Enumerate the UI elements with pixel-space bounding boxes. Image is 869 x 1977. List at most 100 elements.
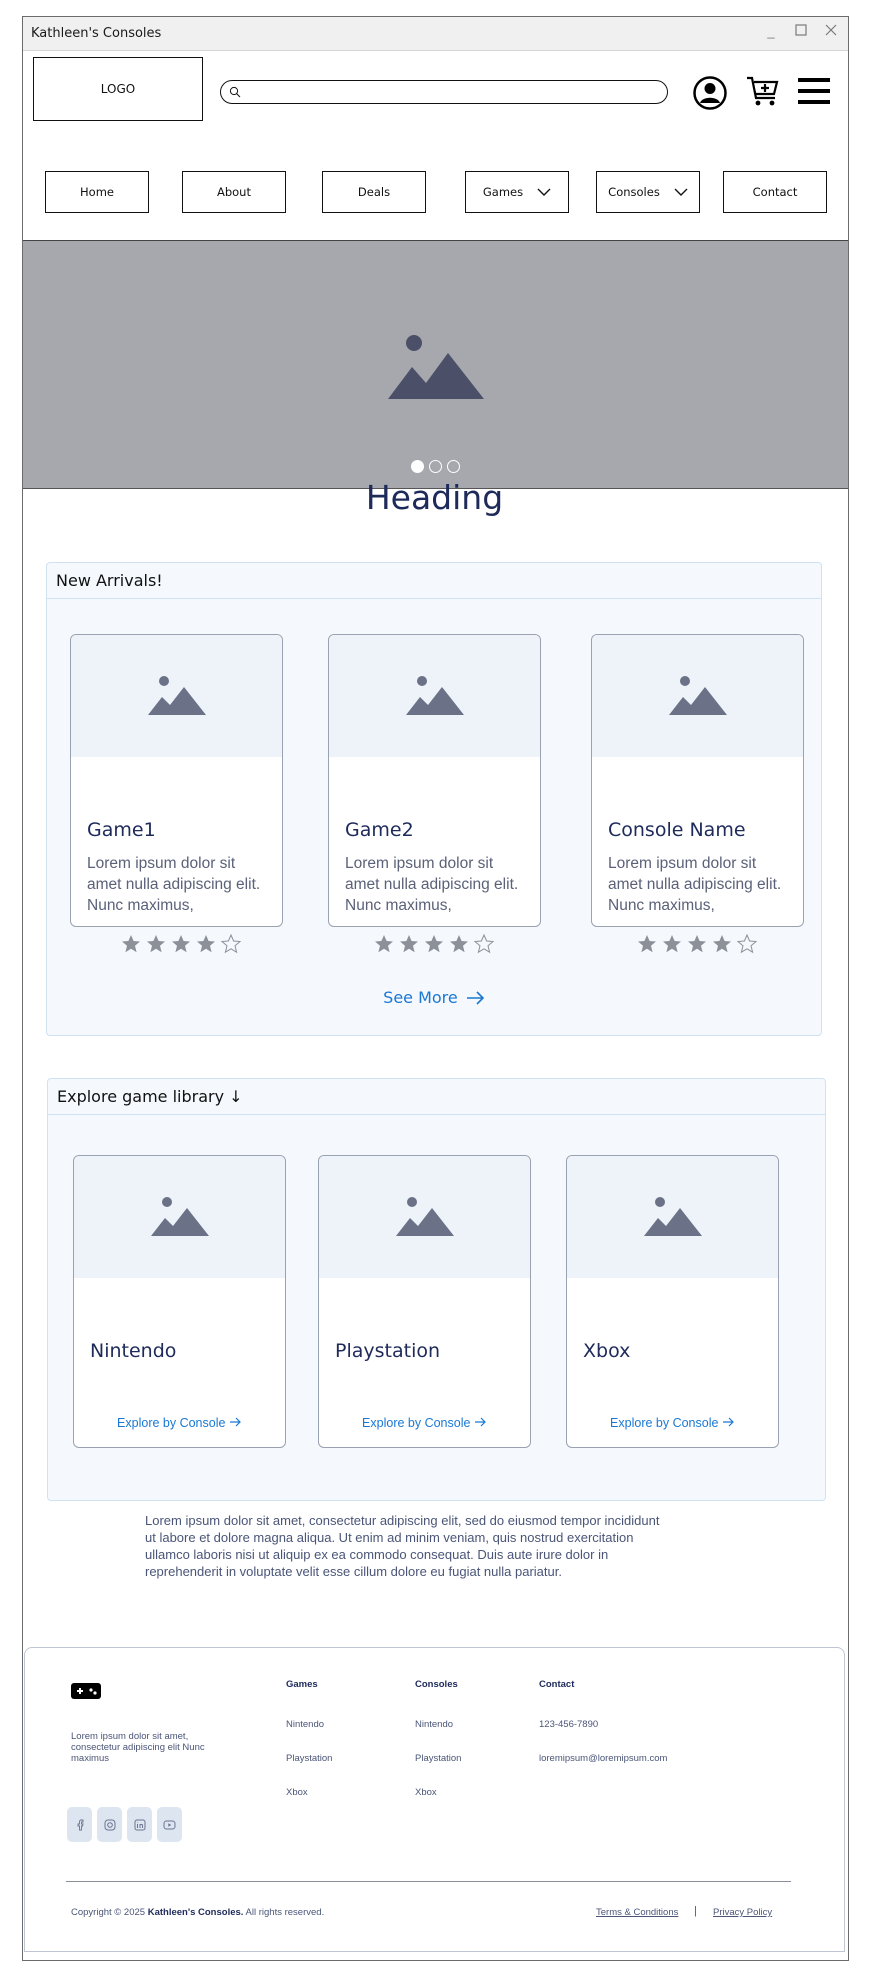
footer-link[interactable]: Playstation (415, 1753, 461, 1764)
star-empty-icon[interactable] (736, 934, 758, 954)
star-rating[interactable] (636, 934, 758, 954)
instagram-icon[interactable] (97, 1807, 122, 1842)
card-title: Game2 (345, 819, 414, 841)
window-controls: _ (762, 23, 840, 41)
explore-by-console-link[interactable]: Explore by Console (319, 1416, 530, 1430)
card-image (329, 635, 540, 757)
minimize-icon[interactable]: _ (762, 23, 780, 41)
image-placeholder-icon (643, 1197, 702, 1236)
explore-by-console-link[interactable]: Explore by Console (567, 1416, 778, 1430)
nav-contact[interactable]: Contact (723, 171, 827, 213)
body-paragraph: Lorem ipsum dolor sit amet, consectetur … (145, 1513, 660, 1579)
image-placeholder-icon (668, 676, 727, 715)
linkedin-icon[interactable] (127, 1807, 152, 1842)
arrow-right-icon (466, 991, 484, 1005)
gamepad-icon (71, 1683, 101, 1699)
hero-carousel[interactable] (23, 241, 848, 489)
footer-link[interactable]: Nintendo (415, 1719, 453, 1730)
nav-consoles-label: Consoles (608, 185, 660, 199)
carousel-dot[interactable] (411, 460, 424, 473)
main-nav: Home About Deals Games Consoles Contact (23, 151, 848, 241)
search-icon (229, 86, 241, 98)
product-card[interactable]: Console Name Lorem ipsum dolor sit amet … (591, 634, 804, 927)
page-heading: Heading (365, 478, 504, 517)
copyright: Copyright © 2025 Kathleen's Consoles. Al… (71, 1907, 324, 1918)
console-card[interactable]: Xbox Explore by Console (566, 1155, 779, 1448)
copyright-brand: Kathleen's Consoles. (147, 1907, 244, 1918)
privacy-link-label[interactable]: Privacy Policy (713, 1907, 772, 1918)
explore-link-label: Explore by Console (362, 1416, 471, 1430)
star-filled-icon[interactable] (711, 934, 733, 954)
star-filled-icon[interactable] (120, 934, 142, 954)
nav-games-label: Games (482, 185, 524, 199)
menu-icon[interactable] (797, 75, 831, 107)
footer-email[interactable]: loremipsum@loremipsum.com (539, 1753, 667, 1764)
card-image (592, 635, 803, 757)
star-filled-icon[interactable] (448, 934, 470, 954)
privacy-link[interactable]: Privacy Policy (713, 1907, 772, 1918)
console-card[interactable]: Nintendo Explore by Console (73, 1155, 286, 1448)
star-filled-icon[interactable] (686, 934, 708, 954)
nav-about-label: About (216, 185, 251, 199)
footer-link[interactable]: Xbox (286, 1787, 308, 1798)
footer-divider (66, 1881, 791, 1882)
panel-title: New Arrivals! (47, 563, 821, 599)
star-empty-icon[interactable] (220, 934, 242, 954)
youtube-icon[interactable] (157, 1807, 182, 1842)
star-filled-icon[interactable] (373, 934, 395, 954)
product-card[interactable]: Game1 Lorem ipsum dolor sit amet nulla a… (70, 634, 283, 927)
nav-home[interactable]: Home (45, 171, 149, 213)
carousel-dot[interactable] (447, 460, 460, 473)
close-icon[interactable] (822, 23, 840, 41)
star-empty-icon[interactable] (473, 934, 495, 954)
star-rating[interactable] (120, 934, 242, 954)
logo[interactable]: LOGO (33, 57, 203, 121)
terms-link[interactable]: Terms & Conditions (596, 1907, 678, 1918)
star-filled-icon[interactable] (170, 934, 192, 954)
chevron-down-icon (674, 188, 688, 196)
cart-add-icon[interactable] (745, 73, 781, 109)
facebook-icon[interactable] (67, 1807, 92, 1842)
footer-link[interactable]: Playstation (286, 1753, 332, 1764)
star-filled-icon[interactable] (195, 934, 217, 954)
explore-link-label: Explore by Console (610, 1416, 719, 1430)
explore-link-label: Explore by Console (117, 1416, 226, 1430)
carousel-dot[interactable] (429, 460, 442, 473)
maximize-icon[interactable] (792, 23, 810, 41)
nav-deals-label: Deals (357, 185, 391, 199)
nav-home-label: Home (80, 185, 114, 199)
nav-contact-label: Contact (752, 185, 798, 199)
see-more-link[interactable]: See More (0, 988, 869, 1007)
image-placeholder-icon (405, 676, 464, 715)
image-placeholder-icon (388, 335, 484, 399)
panel-title[interactable]: Explore game library ↓ (48, 1079, 825, 1115)
search-input[interactable] (220, 80, 668, 104)
footer-link[interactable]: Nintendo (286, 1719, 324, 1730)
product-card[interactable]: Game2 Lorem ipsum dolor sit amet nulla a… (328, 634, 541, 927)
card-image (71, 635, 282, 757)
title-bar: Kathleen's Consoles _ (23, 17, 848, 51)
console-card[interactable]: Playstation Explore by Console (318, 1155, 531, 1448)
footer-consoles-heading: Consoles (415, 1679, 458, 1690)
account-icon[interactable] (692, 75, 728, 111)
copyright-prefix: Copyright © 2025 (71, 1907, 146, 1918)
star-filled-icon[interactable] (423, 934, 445, 954)
star-filled-icon[interactable] (636, 934, 658, 954)
footer-link[interactable]: Xbox (415, 1787, 437, 1798)
nav-about[interactable]: About (182, 171, 286, 213)
footer-phone[interactable]: 123-456-7890 (539, 1719, 598, 1730)
star-rating[interactable] (373, 934, 495, 954)
card-title: Playstation (335, 1340, 441, 1362)
image-placeholder-icon (150, 1197, 209, 1236)
star-filled-icon[interactable] (661, 934, 683, 954)
nav-consoles-dropdown[interactable]: Consoles (596, 171, 700, 213)
nav-deals[interactable]: Deals (322, 171, 426, 213)
chevron-down-icon (537, 188, 551, 196)
star-filled-icon[interactable] (145, 934, 167, 954)
nav-games-dropdown[interactable]: Games (465, 171, 569, 213)
card-title: Console Name (608, 819, 746, 841)
terms-link-label[interactable]: Terms & Conditions (596, 1907, 678, 1918)
site-header: LOGO (23, 51, 848, 151)
star-filled-icon[interactable] (398, 934, 420, 954)
explore-by-console-link[interactable]: Explore by Console (74, 1416, 285, 1430)
